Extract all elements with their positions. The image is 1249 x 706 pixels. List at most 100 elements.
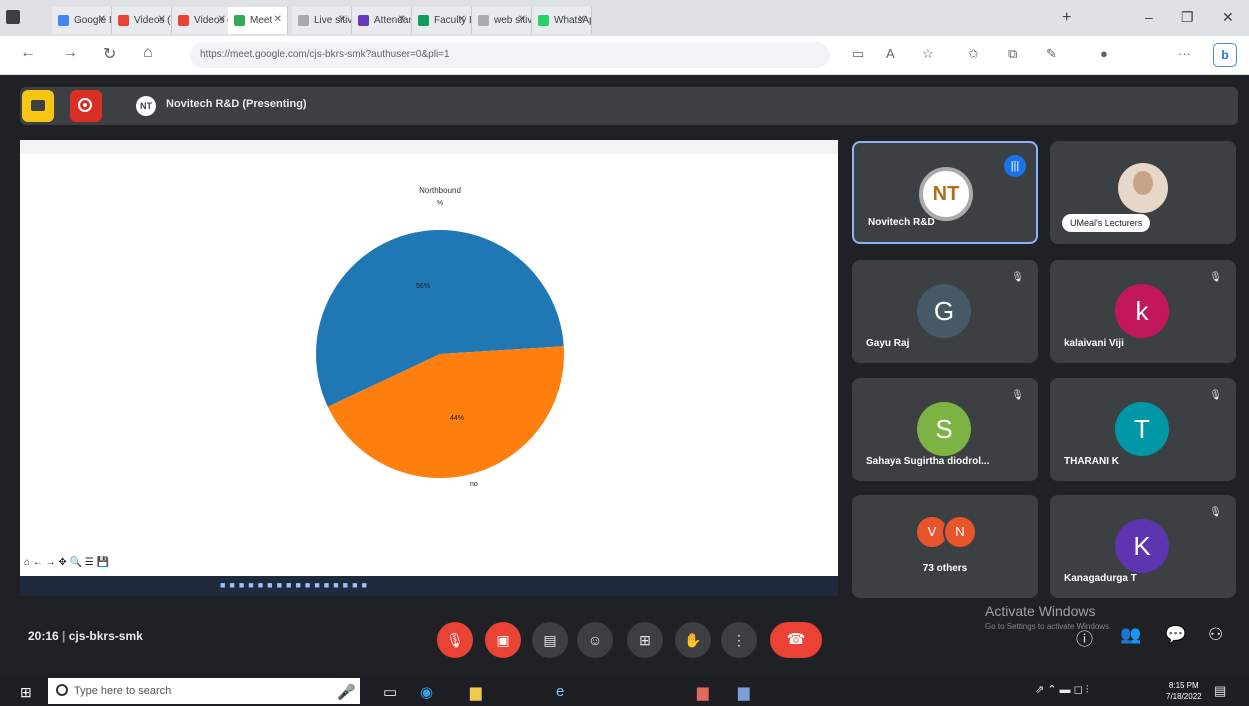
- browser-tab[interactable]: web sitivit✕: [472, 7, 532, 34]
- tab-label: Videos (TP: [134, 15, 171, 26]
- tab-close-icon[interactable]: ✕: [518, 14, 526, 25]
- others-avatars: VN: [915, 515, 977, 549]
- browser-tab[interactable]: Meet ✕: [228, 7, 288, 34]
- forward-icon[interactable]: →: [62, 44, 78, 62]
- bing-button[interactable]: b: [1213, 43, 1237, 67]
- tab-close-icon[interactable]: ✕: [274, 14, 282, 25]
- taskbar-clock[interactable]: 8:15 PM 7/18/2022: [1166, 680, 1202, 702]
- favorites-icon[interactable]: ✩: [968, 46, 979, 62]
- search-icon: [56, 684, 68, 696]
- edge-icon[interactable]: ◉: [420, 683, 433, 701]
- participant-avatar: S: [917, 402, 971, 456]
- tab-label: Live sitivit: [314, 15, 352, 26]
- system-tray-icons[interactable]: ⇗ ⌃ ▬ ◻ ⫶: [1035, 683, 1089, 697]
- translate-icon[interactable]: A: [886, 46, 895, 61]
- favorite-star-icon[interactable]: ☆: [922, 46, 934, 62]
- camera-off-button[interactable]: ▣: [485, 622, 521, 658]
- browser-tab[interactable]: WhatsApp✕: [532, 7, 592, 34]
- read-aloud-icon[interactable]: ▭: [852, 46, 864, 62]
- profile-icon[interactable]: ●: [1100, 46, 1108, 61]
- participant-tile[interactable]: k kalaivani Viji 🎙: [1050, 260, 1236, 363]
- others-count: 73 others: [922, 563, 968, 574]
- participant-name: kalaivani Viji: [1064, 338, 1124, 349]
- participant-photo: [1118, 163, 1168, 213]
- present-now-button[interactable]: ⊞: [627, 622, 663, 658]
- tab-label: Videos (TR: [194, 15, 231, 26]
- participant-tile[interactable]: V N 73 others: [852, 495, 1038, 598]
- participant-tile[interactable]: NT Novitech R&D |||: [852, 141, 1038, 244]
- participant-avatar: NT: [919, 167, 973, 221]
- activities-icon[interactable]: ⚇: [1208, 625, 1223, 645]
- tab-favicon-icon: [418, 15, 429, 26]
- pie-outer-label: no: [470, 481, 478, 488]
- participant-tile[interactable]: G Gayu Raj 🎙: [852, 260, 1038, 363]
- presentation-icon[interactable]: [22, 90, 54, 122]
- tab-close-icon[interactable]: ✕: [398, 14, 406, 25]
- home-icon[interactable]: ⌂: [143, 44, 153, 62]
- browser-tab[interactable]: Videos (TR✕: [172, 7, 232, 34]
- figure-window-titlebar: [20, 140, 838, 154]
- windows-start-icon[interactable]: ⊞: [20, 684, 32, 701]
- restore-button[interactable]: ❐: [1181, 9, 1194, 26]
- participant-tile[interactable]: UMeal's Lecturers: [1050, 141, 1236, 244]
- tab-label: Meet: [250, 15, 273, 26]
- chat-icon[interactable]: 💬: [1165, 625, 1186, 645]
- muted-mic-icon: 🎙: [1011, 272, 1024, 283]
- recording-icon[interactable]: [70, 90, 102, 122]
- tab-close-icon[interactable]: ✕: [338, 14, 346, 25]
- notifications-icon[interactable]: ▤: [1214, 683, 1226, 699]
- file-explorer-icon[interactable]: ▆: [470, 683, 482, 701]
- captions-button[interactable]: ▤: [532, 622, 568, 658]
- close-window-button[interactable]: ✕: [1222, 9, 1234, 26]
- participant-name: Sahaya Sugirtha diodrol...: [866, 456, 990, 467]
- raise-hand-button[interactable]: ✋: [675, 622, 711, 658]
- collections-icon[interactable]: ⧉: [1008, 46, 1017, 62]
- meeting-code: cjs-bkrs-smk: [68, 629, 143, 643]
- participant-avatar: T: [1115, 402, 1169, 456]
- microphone-icon[interactable]: 🎤: [337, 683, 356, 701]
- people-icon[interactable]: 👥: [1120, 625, 1141, 645]
- leave-call-button[interactable]: ☎: [770, 622, 822, 658]
- info-icon[interactable]: ⓘ: [1076, 625, 1093, 650]
- participant-tile[interactable]: T THARANI K 🎙: [1050, 378, 1236, 481]
- tab-favicon-icon: [178, 15, 189, 26]
- participant-avatar: k: [1115, 284, 1169, 338]
- remote-taskbar-icons: ■■■■■■■■■■■■■■■■: [220, 580, 371, 590]
- tab-close-icon[interactable]: ✕: [158, 14, 166, 25]
- emoji-button[interactable]: ☺: [577, 622, 613, 658]
- muted-mic-icon: 🎙: [1209, 390, 1222, 401]
- minimize-button[interactable]: –: [1145, 9, 1153, 25]
- speaking-indicator-icon: |||: [1004, 155, 1026, 177]
- extensions-icon[interactable]: ✎: [1046, 46, 1057, 62]
- tab-close-icon[interactable]: ✕: [98, 14, 106, 25]
- browser-tab[interactable]: Live sitivit✕: [292, 7, 352, 34]
- mic-off-button[interactable]: 🎙: [437, 622, 473, 658]
- browser-tab[interactable]: Attendan ✕: [352, 7, 412, 34]
- tab-favicon-icon: [234, 15, 245, 26]
- participant-name: THARANI K: [1064, 456, 1119, 467]
- app-icon-1[interactable]: ▆: [697, 683, 709, 701]
- participant-name: Novitech R&D: [868, 217, 935, 228]
- tab-label: WhatsApp: [554, 15, 591, 26]
- more-options-button[interactable]: ⋮: [721, 622, 757, 658]
- windows-search-box[interactable]: Type here to search: [48, 678, 360, 704]
- browser-tab[interactable]: Faculty D✕: [412, 7, 472, 34]
- url-input[interactable]: https://meet.google.com/cjs-bkrs-smk?aut…: [190, 42, 830, 68]
- chart-subtitle: %: [436, 200, 444, 207]
- task-view-icon[interactable]: ▭: [383, 683, 397, 701]
- participant-tile[interactable]: S Sahaya Sugirtha diodrol... 🎙: [852, 378, 1038, 481]
- tab-close-icon[interactable]: ✕: [458, 14, 466, 25]
- internet-explorer-icon[interactable]: e: [556, 683, 564, 700]
- participant-tile[interactable]: K Kanagadurga T 🎙: [1050, 495, 1236, 598]
- browser-tab[interactable]: Videos (TP✕: [112, 7, 172, 34]
- browser-tab[interactable]: Google L ✕: [52, 7, 112, 34]
- tab-actions-icon[interactable]: [6, 10, 20, 24]
- tab-close-icon[interactable]: ✕: [218, 14, 226, 25]
- more-menu-icon[interactable]: ···: [1178, 46, 1191, 61]
- tab-close-icon[interactable]: ✕: [578, 14, 586, 25]
- new-tab-button[interactable]: +: [1062, 9, 1071, 27]
- app-icon-2[interactable]: ▆: [738, 683, 750, 701]
- figure-toolbar[interactable]: ⌂ ← → ✥ 🔍 ☰ 💾: [24, 557, 109, 568]
- back-icon[interactable]: ←: [20, 44, 36, 62]
- reload-icon[interactable]: ↻: [103, 44, 116, 64]
